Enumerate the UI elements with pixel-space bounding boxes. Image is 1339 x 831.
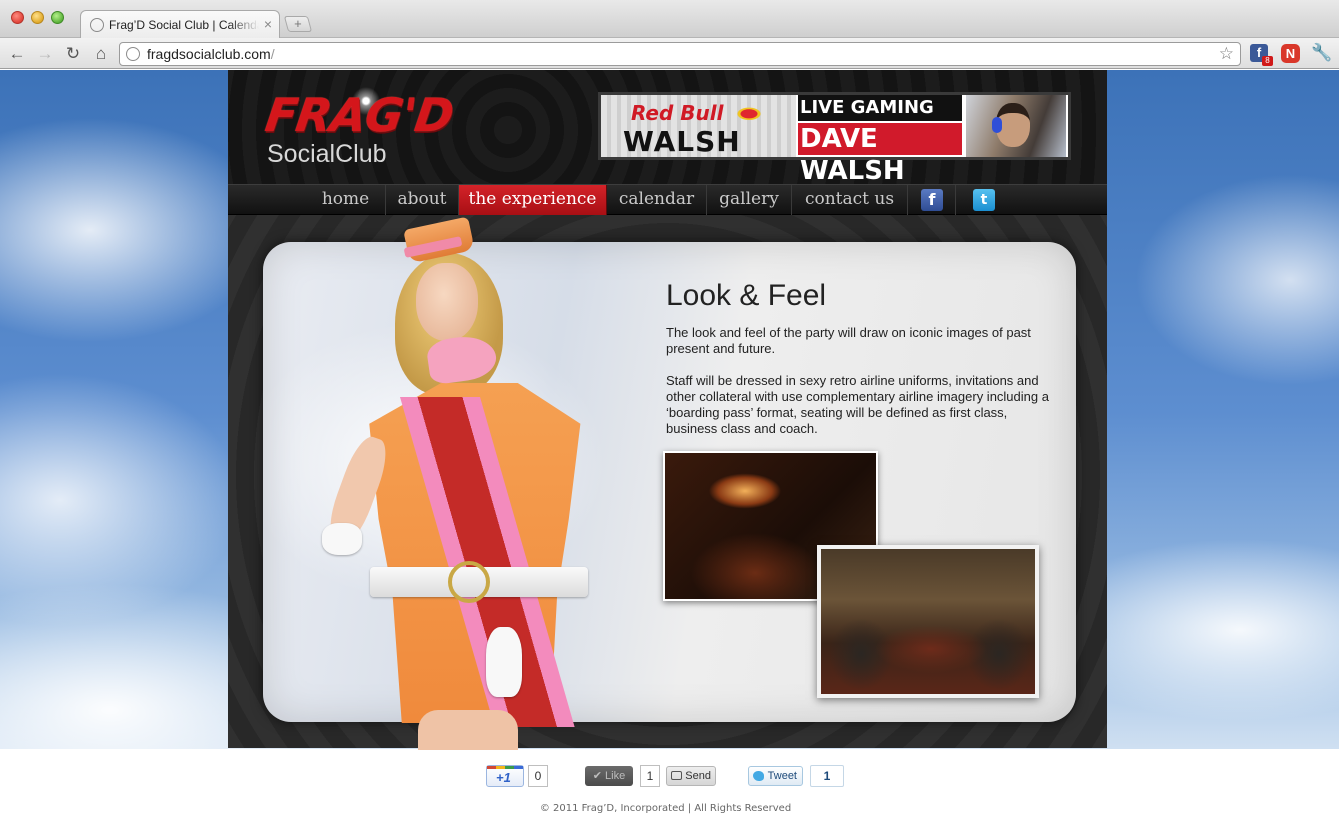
send-label: Send: [685, 770, 711, 782]
globe-icon: [90, 18, 104, 32]
reload-button[interactable]: ↻: [62, 43, 84, 65]
url-text[interactable]: fragdsocialclub.com/: [147, 46, 275, 62]
banner-photo: [966, 95, 1066, 157]
banner-brand: Red Bull: [631, 101, 724, 125]
model-face: [416, 263, 478, 341]
close-tab-icon[interactable]: ×: [264, 16, 272, 32]
lounge-interior-photo[interactable]: [817, 545, 1039, 698]
headset-icon: [992, 117, 1002, 133]
facebook-icon[interactable]: f: [921, 189, 943, 211]
home-button[interactable]: ⌂: [90, 43, 112, 65]
tweet-label: Tweet: [767, 770, 797, 782]
globe-icon: [126, 47, 140, 61]
logo-socialclub-text: SocialClub: [267, 140, 387, 168]
gplus-count: 0: [528, 765, 548, 787]
model-belt-buckle: [448, 561, 490, 603]
site-container: FRAG'D SocialClub Red Bull WALSH LIVE GA…: [228, 70, 1107, 750]
model-legs: [418, 710, 518, 750]
nav-about[interactable]: about: [386, 185, 459, 215]
url-path: /: [270, 46, 275, 62]
tweet-count: 1: [810, 765, 844, 787]
bull-logo-icon: [729, 103, 769, 121]
like-count: 1: [640, 765, 660, 787]
tab-title: Frag’D Social Club | Calendar: [109, 18, 259, 32]
nav-the-experience[interactable]: the experience: [459, 185, 607, 215]
banner-text-panel: LIVE GAMING WITH DAVE WALSH: [796, 95, 1068, 186]
model-glove-left: [322, 523, 362, 555]
facebook-send-button[interactable]: Send: [666, 766, 716, 786]
facebook-like-button[interactable]: ✔ Like: [585, 766, 633, 786]
bookmark-star-icon[interactable]: ☆: [1219, 44, 1234, 64]
wrench-menu-icon[interactable]: 🔧: [1311, 43, 1332, 63]
nav-contact-us[interactable]: contact us: [792, 185, 908, 215]
intro-paragraph: The look and feel of the party will draw…: [666, 325, 1031, 356]
site-logo[interactable]: FRAG'D SocialClub: [262, 86, 466, 170]
main-nav: home about the experience calendar galle…: [228, 184, 1107, 215]
gplus-label: +1: [496, 770, 511, 785]
model-glove-right: [486, 627, 522, 697]
page-footer-area: [0, 749, 1339, 831]
forward-button[interactable]: →: [34, 43, 56, 65]
speech-bubble-icon: [671, 771, 682, 780]
notification-badge: 8: [1262, 56, 1273, 66]
browser-titlebar: Frag’D Social Club | Calendar × +: [0, 0, 1339, 39]
staff-paragraph: Staff will be dressed in sexy retro airl…: [666, 373, 1049, 436]
google-plus-one-button[interactable]: +1: [486, 765, 524, 787]
close-window-button[interactable]: [11, 11, 24, 24]
plus-icon: +: [294, 16, 302, 31]
banner-brand-panel: Red Bull WALSH: [601, 95, 796, 157]
minimize-window-button[interactable]: [31, 11, 44, 24]
banner-line2: DAVE WALSH: [798, 123, 962, 186]
banner-line1: LIVE GAMING WITH: [798, 95, 962, 144]
twitter-icon[interactable]: t: [973, 189, 995, 211]
content-stage: Look & Feel The look and feel of the par…: [228, 215, 1107, 750]
site-header: FRAG'D SocialClub Red Bull WALSH LIVE GA…: [228, 70, 1107, 186]
url-host: fragdsocialclub.com: [147, 46, 271, 62]
nav-home[interactable]: home: [306, 185, 386, 215]
back-button[interactable]: ←: [6, 43, 28, 65]
zoom-window-button[interactable]: [51, 11, 64, 24]
twitter-bird-icon: [753, 771, 764, 781]
flight-attendant-model-image: [228, 215, 628, 750]
browser-tab[interactable]: Frag’D Social Club | Calendar ×: [80, 10, 280, 39]
new-tab-button[interactable]: +: [283, 16, 313, 32]
address-bar[interactable]: fragdsocialclub.com/ ☆: [119, 42, 1241, 66]
n-extension-icon[interactable]: N: [1281, 44, 1300, 63]
page-title: Look & Feel: [666, 279, 827, 312]
banner-walsh: WALSH: [623, 125, 741, 157]
nav-gallery[interactable]: gallery: [707, 185, 792, 215]
copyright-text: © 2011 Frag’D, Incorporated | All Rights…: [539, 803, 792, 814]
nav-calendar[interactable]: calendar: [607, 185, 707, 215]
browser-toolbar: ← → ↻ ⌂ fragdsocialclub.com/ ☆: [0, 38, 1339, 69]
tweet-button[interactable]: Tweet: [748, 766, 803, 786]
logo-frag-text: FRAG'D: [262, 88, 457, 142]
redbull-banner-ad[interactable]: Red Bull WALSH LIVE GAMING WITH DAVE WAL…: [598, 92, 1071, 186]
